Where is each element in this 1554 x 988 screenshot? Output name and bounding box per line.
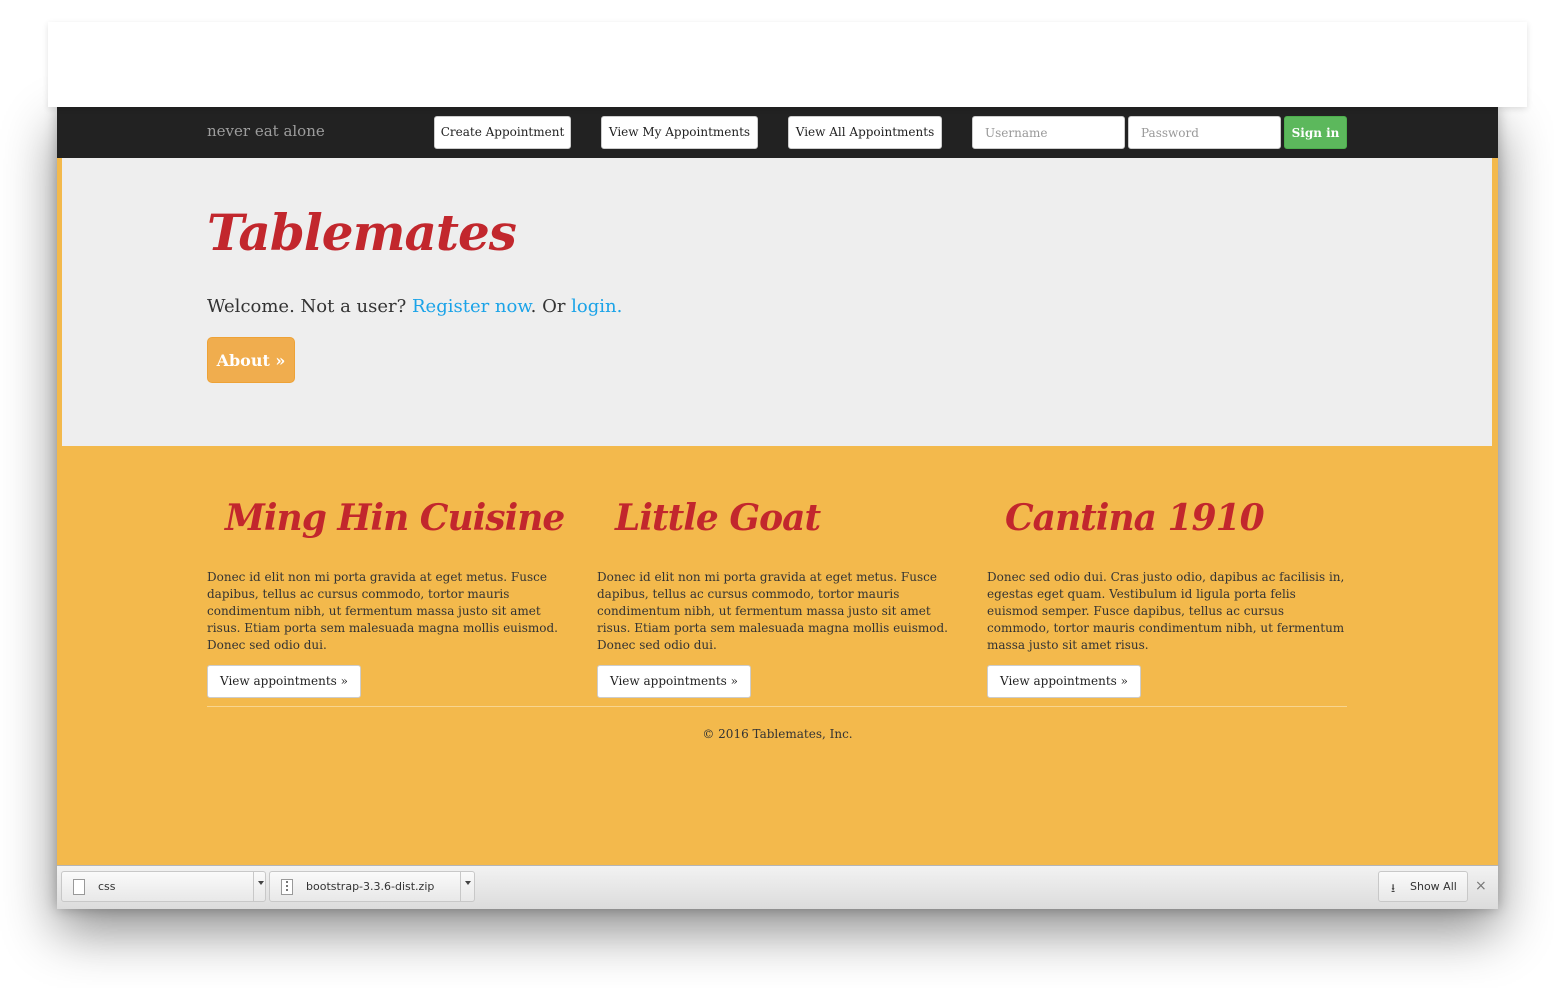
- view-all-appointments-button[interactable]: View All Appointments: [788, 116, 942, 149]
- view-appointments-button[interactable]: View appointments »: [207, 665, 361, 698]
- zip-file-icon: [281, 879, 293, 895]
- restaurant-column: Little Goat Donec id elit non mi porta g…: [597, 497, 957, 698]
- restaurant-column: Ming Hin Cuisine Donec id elit non mi po…: [207, 497, 567, 698]
- about-button[interactable]: About »: [207, 337, 295, 383]
- view-my-appointments-button[interactable]: View My Appointments: [601, 116, 758, 149]
- jumbotron: Tablemates Welcome. Not a user? Register…: [62, 158, 1492, 446]
- dropdown-arrow-icon[interactable]: [465, 881, 471, 885]
- restaurant-description: Donec id elit non mi porta gravida at eg…: [207, 570, 558, 652]
- download-separator: [253, 872, 254, 901]
- dropdown-arrow-icon[interactable]: [258, 881, 264, 885]
- download-filename: bootstrap-3.3.6-dist.zip: [306, 880, 435, 893]
- footer-divider: [207, 706, 1347, 707]
- page-title: Tablemates: [207, 203, 517, 262]
- sign-in-button[interactable]: Sign in: [1284, 116, 1347, 149]
- username-input[interactable]: [972, 116, 1125, 149]
- restaurant-name: Cantina 1910: [1005, 497, 1265, 539]
- download-item[interactable]: css: [61, 871, 266, 902]
- restaurant-description: Donec id elit non mi porta gravida at eg…: [597, 570, 948, 652]
- view-appointments-button[interactable]: View appointments »: [987, 665, 1141, 698]
- download-separator: [460, 872, 461, 901]
- view-appointments-button[interactable]: View appointments »: [597, 665, 751, 698]
- register-link[interactable]: Register now: [412, 296, 531, 317]
- login-link[interactable]: login.: [571, 296, 622, 317]
- restaurant-name: Little Goat: [615, 497, 821, 539]
- download-filename: css: [98, 880, 116, 893]
- top-blank-area: [48, 22, 1527, 107]
- close-icon[interactable]: ×: [1475, 878, 1487, 894]
- show-all-label: Show All: [1410, 880, 1457, 893]
- navbar: never eat alone Create Appointment View …: [57, 107, 1498, 158]
- restaurant-column: Cantina 1910 Donec sed odio dui. Cras ju…: [987, 497, 1347, 698]
- welcome-text: Welcome. Not a user?: [207, 296, 412, 317]
- footer-copyright: © 2016 Tablemates, Inc.: [702, 727, 853, 741]
- welcome-middle-text: . Or: [530, 296, 572, 317]
- show-all-downloads-button[interactable]: ⭳ Show All: [1378, 871, 1468, 902]
- password-input[interactable]: [1128, 116, 1281, 149]
- download-icon: ⭳: [1391, 881, 1396, 895]
- navbar-brand[interactable]: never eat alone: [207, 122, 325, 140]
- create-appointment-button[interactable]: Create Appointment: [434, 116, 571, 149]
- browser-window: never eat alone Create Appointment View …: [57, 107, 1498, 909]
- restaurant-description: Donec sed odio dui. Cras justo odio, dap…: [987, 570, 1345, 652]
- file-icon: [73, 879, 85, 895]
- download-shelf: css bootstrap-3.3.6-dist.zip ⭳ Show All …: [57, 865, 1498, 909]
- welcome-message: Welcome. Not a user? Register now. Or lo…: [207, 296, 622, 317]
- download-item[interactable]: bootstrap-3.3.6-dist.zip: [269, 871, 475, 902]
- restaurant-name: Ming Hin Cuisine: [225, 497, 565, 539]
